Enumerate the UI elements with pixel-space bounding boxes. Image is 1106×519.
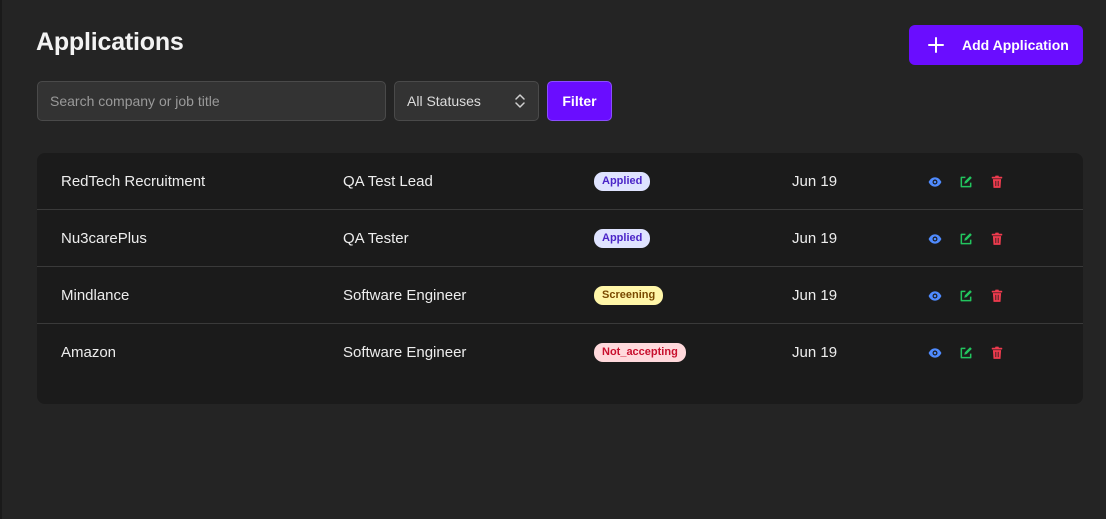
view-button[interactable]: [926, 287, 943, 304]
trash-icon: [990, 175, 1004, 189]
row-actions: [926, 324, 1005, 381]
status-badge: Screening: [594, 286, 664, 305]
add-application-label: Add Application: [962, 37, 1069, 53]
job-title-cell: Software Engineer: [343, 287, 467, 304]
eye-icon: [928, 232, 942, 246]
table-row: Nu3carePlus QA Tester Applied Jun 19: [37, 210, 1083, 267]
date-cell: Jun 19: [792, 344, 838, 361]
status-select-value: All Statuses: [407, 93, 481, 109]
delete-button[interactable]: [988, 173, 1005, 190]
date-cell: Jun 19: [792, 287, 838, 304]
row-actions: [926, 153, 1005, 210]
trash-icon: [990, 346, 1004, 360]
edit-button[interactable]: [957, 230, 974, 247]
edit-button[interactable]: [957, 344, 974, 361]
job-title-cell: Software Engineer: [343, 344, 467, 361]
applications-table: RedTech Recruitment QA Test Lead Applied Ju…: [37, 153, 1083, 404]
edit-icon: [959, 346, 973, 360]
view-button[interactable]: [926, 173, 943, 190]
row-actions: [926, 267, 1005, 324]
chevron-up-down-icon: [514, 93, 526, 109]
delete-button[interactable]: [988, 344, 1005, 361]
eye-icon: [928, 289, 942, 303]
table-row: Amazon Software Engineer Not_accepting Jun …: [37, 324, 1083, 381]
view-button[interactable]: [926, 344, 943, 361]
date-cell: Jun 19: [792, 230, 838, 247]
delete-button[interactable]: [988, 287, 1005, 304]
search-input[interactable]: [37, 81, 386, 121]
company-cell: RedTech Recruitment: [61, 173, 206, 190]
trash-icon: [990, 232, 1004, 246]
edit-icon: [959, 175, 973, 189]
company-cell: Nu3carePlus: [61, 230, 147, 247]
status-badge: Applied: [594, 229, 651, 248]
edit-icon: [959, 289, 973, 303]
status-select[interactable]: All Statuses: [394, 81, 539, 121]
job-title-cell: QA Tester: [343, 230, 409, 247]
status-badge: Not_accepting: [594, 343, 686, 362]
status-cell: Applied: [594, 153, 651, 210]
eye-icon: [928, 175, 942, 189]
row-actions: [926, 210, 1005, 267]
page-title: Applications: [36, 28, 184, 56]
status-cell: Screening: [594, 267, 664, 324]
edit-icon: [959, 232, 973, 246]
status-cell: Applied: [594, 210, 651, 267]
edit-button[interactable]: [957, 287, 974, 304]
table-row: RedTech Recruitment QA Test Lead Applied Ju…: [37, 153, 1083, 210]
filter-button[interactable]: Filter: [547, 81, 612, 121]
add-application-button[interactable]: Add Application: [909, 25, 1083, 65]
delete-button[interactable]: [988, 230, 1005, 247]
date-cell: Jun 19: [792, 173, 838, 190]
trash-icon: [990, 289, 1004, 303]
table-row: Mindlance Software Engineer Screening Jun 1…: [37, 267, 1083, 324]
company-cell: Amazon: [61, 344, 117, 361]
eye-icon: [928, 346, 942, 360]
status-cell: Not_accepting: [594, 324, 686, 381]
app-frame: Applications Add Application All Statuse…: [0, 0, 1106, 519]
view-button[interactable]: [926, 230, 943, 247]
job-title-cell: QA Test Lead: [343, 173, 433, 190]
status-badge: Applied: [594, 172, 651, 191]
plus-icon: [928, 37, 944, 53]
edit-button[interactable]: [957, 173, 974, 190]
company-cell: Mindlance: [61, 287, 130, 304]
